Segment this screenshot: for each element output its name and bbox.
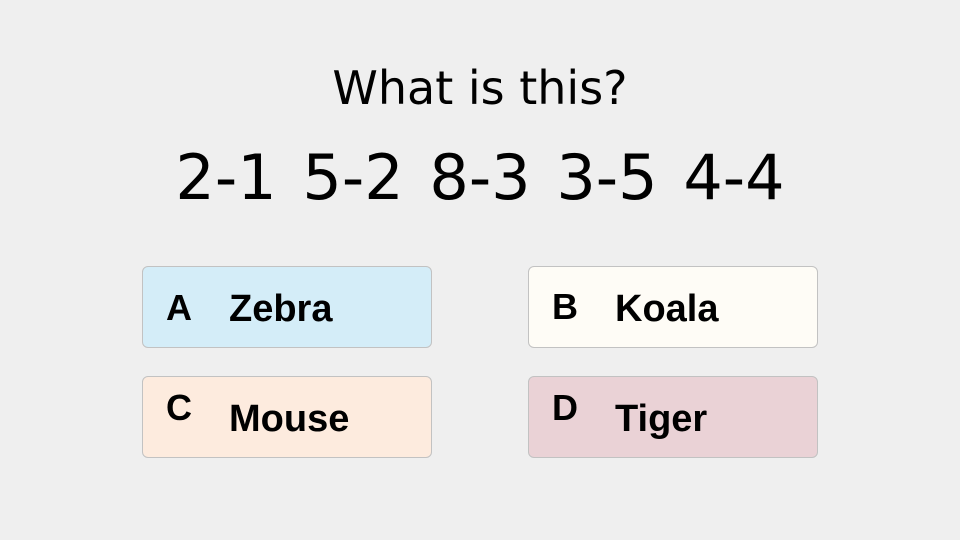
question-title: What is this? (332, 61, 628, 115)
quiz-slide: What is this? 2-1 5-2 8-3 3-5 4-4 A Zebr… (0, 0, 960, 540)
code-sequence: 2-1 5-2 8-3 3-5 4-4 (175, 141, 785, 214)
option-letter: A (166, 287, 192, 328)
option-letter: B (552, 286, 578, 327)
option-c-button[interactable]: C Mouse (142, 376, 432, 458)
option-letter: D (552, 387, 578, 428)
option-answer-label: Koala (615, 288, 719, 330)
option-answer-label: Tiger (615, 398, 708, 440)
option-d-button[interactable]: D Tiger (528, 376, 818, 458)
option-a-button[interactable]: A Zebra (142, 266, 432, 348)
option-letter: C (166, 387, 192, 428)
option-answer-label: Zebra (229, 288, 333, 330)
option-answer-label: Mouse (229, 398, 350, 440)
option-b-button[interactable]: B Koala (528, 266, 818, 348)
